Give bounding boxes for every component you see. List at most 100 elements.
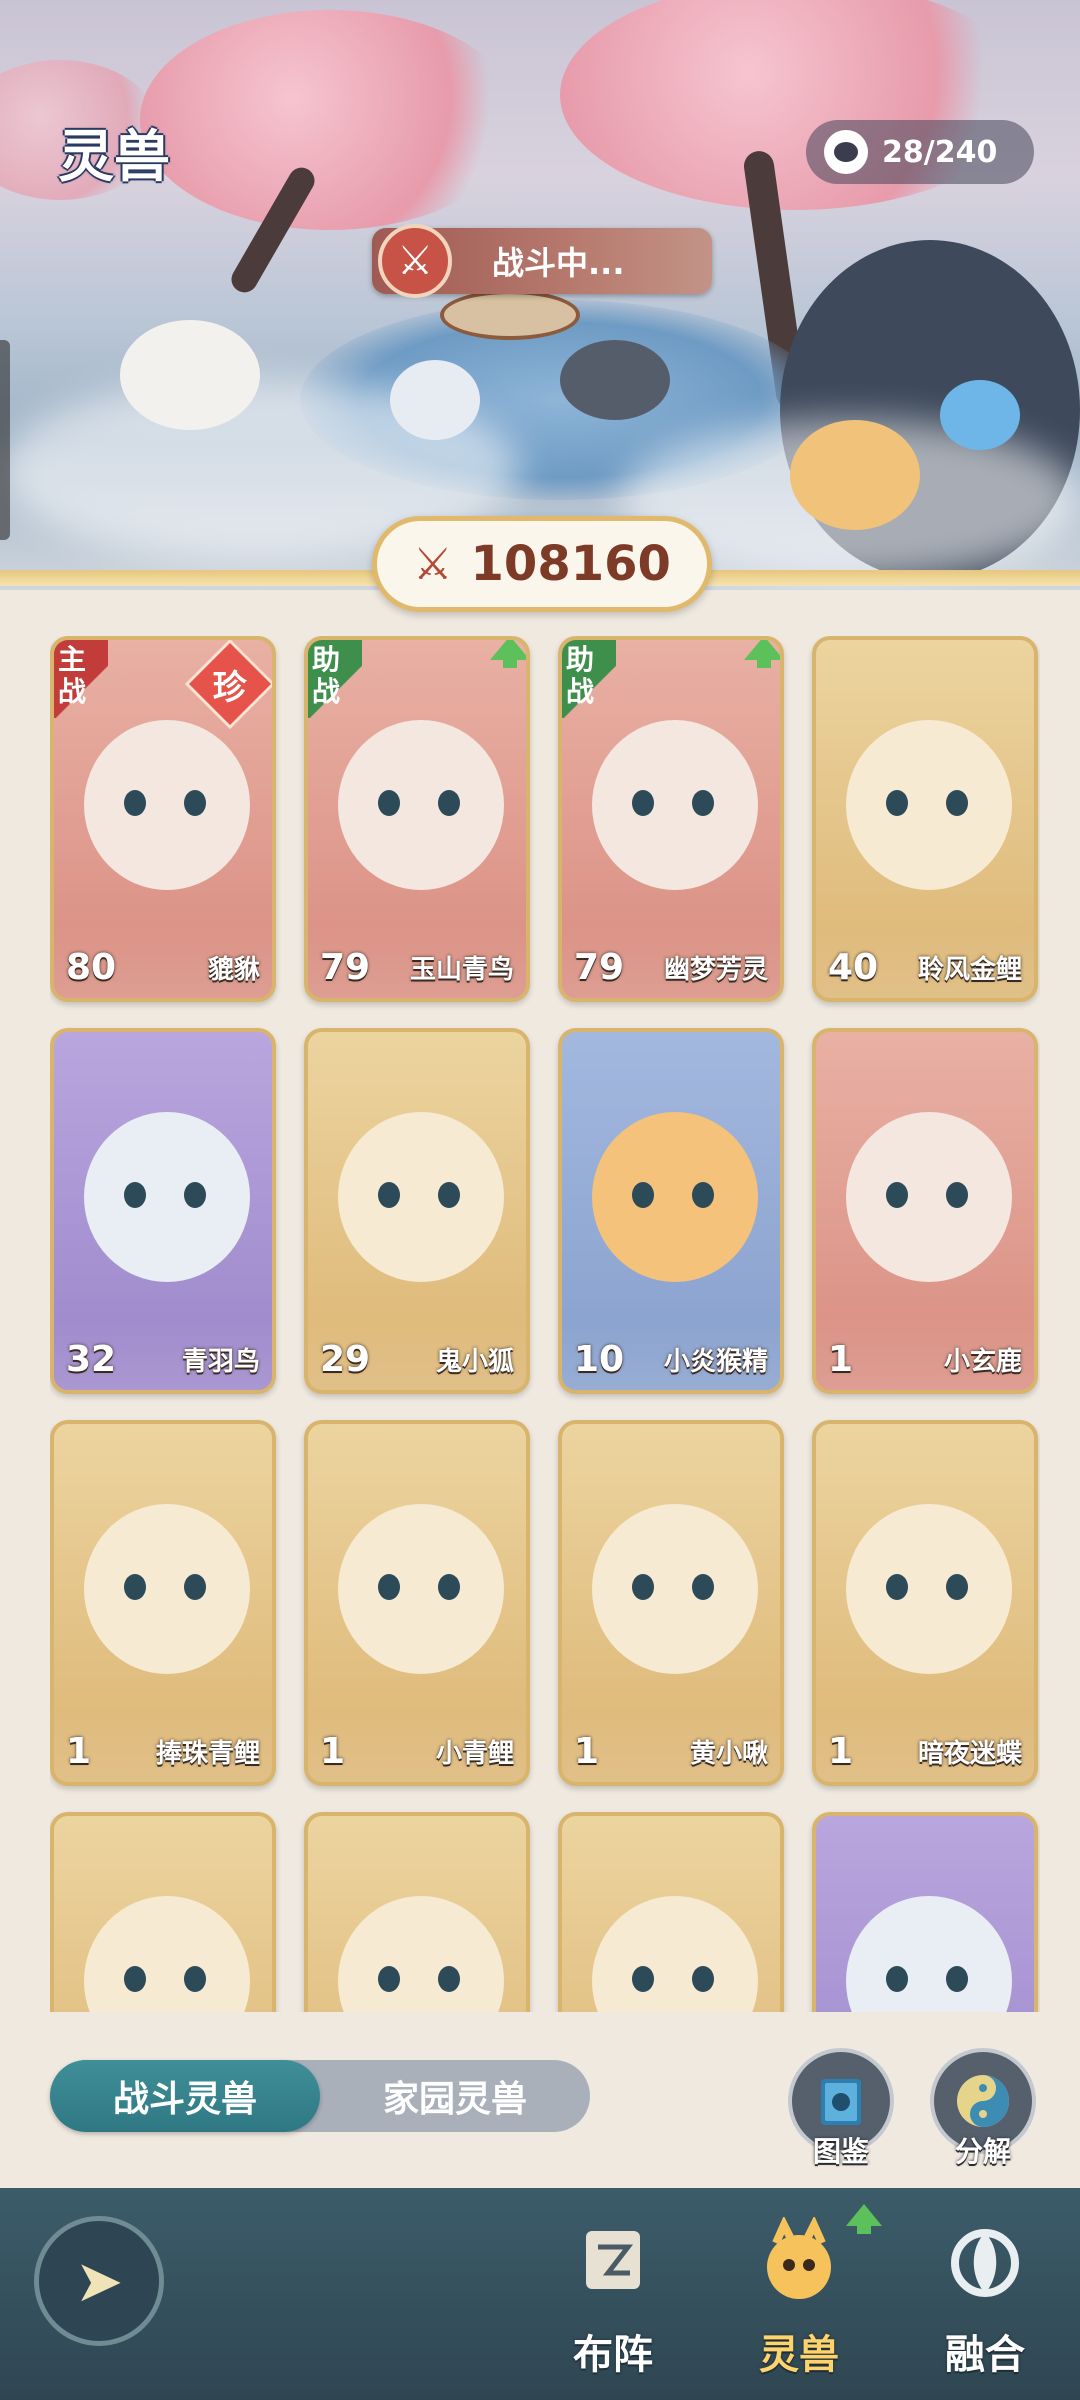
beast-card[interactable]: [50, 1812, 276, 2012]
beast-level: 80: [66, 947, 117, 988]
beast-level: 29: [320, 1339, 371, 1380]
beast-level: 1: [574, 1731, 600, 1772]
beast-face: [338, 1896, 504, 2012]
combat-power-value: 108160: [470, 536, 671, 592]
beast-card[interactable]: 主战 珍 80 貔貅: [50, 636, 276, 1002]
beast-eye: [438, 790, 460, 816]
beast-face: [84, 1112, 250, 1282]
beast-count-icon: [824, 130, 868, 174]
beast-level: 32: [66, 1339, 117, 1380]
beast-card[interactable]: 1 捧珠青鲤: [50, 1420, 276, 1786]
beast-level: 79: [574, 947, 625, 988]
bottom-navigation: ➤ 布阵 灵兽 融合: [0, 2188, 1080, 2400]
beast-eye: [378, 790, 400, 816]
beast-eye: [378, 1574, 400, 1600]
nav-formation-label: 布阵: [573, 2332, 653, 2378]
nav-fusion[interactable]: 融合: [910, 2214, 1060, 2390]
beast-card[interactable]: 40 聆风金鲤: [812, 636, 1038, 1002]
beast-portrait: [816, 1816, 1034, 2012]
scroll-icon: [565, 2214, 661, 2310]
beast-eye: [886, 1574, 908, 1600]
header-scene: [0, 0, 1080, 590]
beast-name: 黄小啾: [689, 1739, 768, 1769]
upgrade-arrow-icon: [846, 2204, 882, 2234]
beast-card[interactable]: 10 小炎猴精: [558, 1028, 784, 1394]
beast-eye: [886, 1182, 908, 1208]
role-tag: 助战: [562, 640, 616, 718]
book-icon: [821, 2079, 861, 2125]
beast-eye: [946, 790, 968, 816]
beast-name: 青羽鸟: [181, 1347, 260, 1377]
nav-spirit-beasts[interactable]: 灵兽: [724, 2214, 874, 2390]
beast-level: 10: [574, 1339, 625, 1380]
codex-button[interactable]: 图鉴: [788, 2048, 894, 2168]
spirit-beast-icon: [751, 2214, 847, 2310]
beast-eye: [692, 1182, 714, 1208]
small-creature-icon: [390, 360, 480, 440]
capacity-value: 28/240: [882, 134, 998, 170]
beast-name: 貔貅: [207, 955, 260, 985]
crossed-swords-icon: ⚔: [378, 224, 452, 298]
beast-face: [846, 1504, 1012, 1674]
beast-portrait: [308, 1816, 526, 2012]
upgrade-arrow-icon: [490, 640, 526, 668]
beast-name: 小青鲤: [435, 1739, 514, 1769]
beast-eye: [124, 1182, 146, 1208]
beast-level: 1: [66, 1731, 92, 1772]
beast-card[interactable]: [812, 1812, 1038, 2012]
beast-eye: [886, 790, 908, 816]
beast-card[interactable]: 1 小玄鹿: [812, 1028, 1038, 1394]
beast-face: [592, 1112, 758, 1282]
beast-face: [338, 720, 504, 890]
beast-eye: [946, 1574, 968, 1600]
yin-yang-icon: [957, 2075, 1009, 2127]
beast-card[interactable]: 助战 79 幽梦芳灵: [558, 636, 784, 1002]
beast-card[interactable]: 32 青羽鸟: [50, 1028, 276, 1394]
crossed-swords-icon: ⚔: [413, 538, 453, 590]
blue-spirit-icon: [940, 380, 1020, 450]
beast-card[interactable]: 1 小青鲤: [304, 1420, 530, 1786]
beast-eye: [692, 1966, 714, 1992]
tab-battle-beasts[interactable]: 战斗灵兽: [50, 2060, 320, 2132]
fox-icon: [790, 420, 920, 530]
decompose-button[interactable]: 分解: [930, 2048, 1036, 2168]
decompose-label: 分解: [954, 2135, 1012, 2168]
beast-card[interactable]: 29 鬼小狐: [304, 1028, 530, 1394]
beast-name: 鬼小狐: [435, 1347, 514, 1377]
beast-name: 暗夜迷蝶: [917, 1739, 1022, 1769]
beast-eye: [438, 1966, 460, 1992]
beast-eye: [692, 1574, 714, 1600]
beast-level: 1: [320, 1731, 346, 1772]
beast-name: 玉山青鸟: [409, 955, 514, 985]
beast-eye: [184, 790, 206, 816]
beast-card[interactable]: 1 暗夜迷蝶: [812, 1420, 1038, 1786]
beast-face: [846, 720, 1012, 890]
beast-face: [84, 1896, 250, 2012]
beast-grid: 主战 珍 80 貔貅 助战 79 玉山青鸟 助战 79 幽梦芳灵 40 聆风金鲤 32 青羽鸟 29 鬼小狐 1…: [50, 636, 1040, 2012]
beast-portrait: [54, 1816, 272, 2012]
beast-eye: [378, 1182, 400, 1208]
upgrade-arrow-icon: [744, 640, 780, 668]
beast-level: 1: [828, 1731, 854, 1772]
beast-card[interactable]: [304, 1812, 530, 2012]
beast-face: [846, 1112, 1012, 1282]
beast-card[interactable]: 助战 79 玉山青鸟: [304, 636, 530, 1002]
combat-power-badge: ⚔ 108160: [372, 516, 712, 612]
beast-eye: [946, 1182, 968, 1208]
beast-card[interactable]: [558, 1812, 784, 2012]
beast-card[interactable]: 1 黄小啾: [558, 1420, 784, 1786]
beast-face: [84, 1504, 250, 1674]
codex-label: 图鉴: [812, 2135, 870, 2168]
battle-status-button[interactable]: ⚔ 战斗中...: [372, 224, 712, 298]
beast-eye: [124, 1574, 146, 1600]
tab-home-beasts[interactable]: 家园灵兽: [320, 2060, 590, 2132]
beast-face: [592, 1896, 758, 2012]
beast-eye: [438, 1574, 460, 1600]
nav-formation[interactable]: 布阵: [538, 2214, 688, 2390]
fusion-icon: [937, 2214, 1033, 2310]
beast-face: [846, 1896, 1012, 2012]
beast-face: [84, 720, 250, 890]
arrow-left-icon: ➤: [74, 2247, 124, 2315]
beast-name: 幽梦芳灵: [663, 955, 768, 985]
back-button[interactable]: ➤: [34, 2216, 164, 2346]
